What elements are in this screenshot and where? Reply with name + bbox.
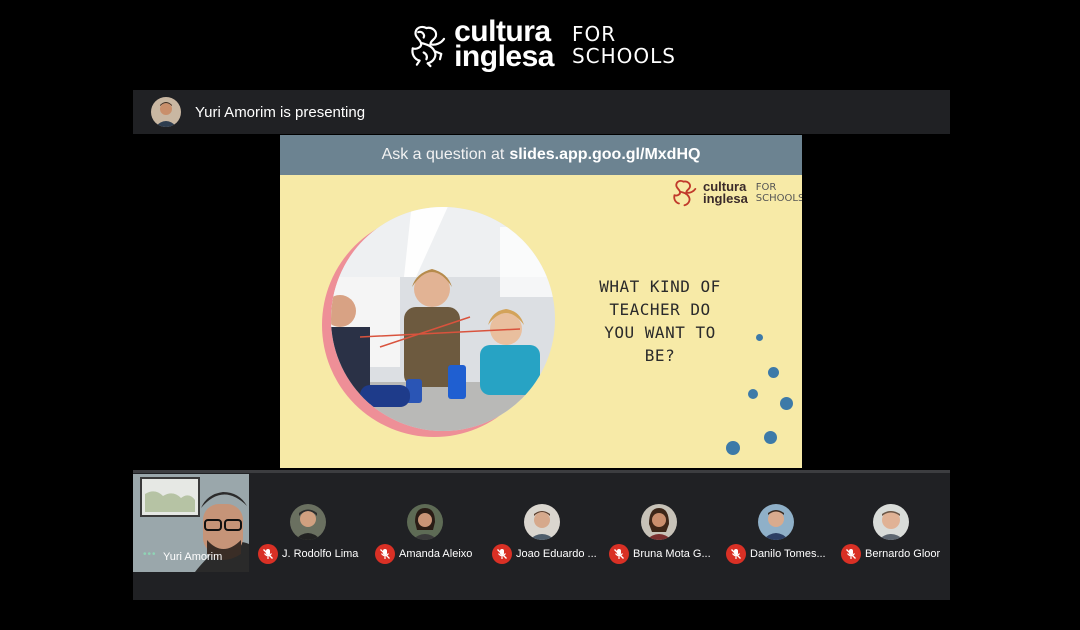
slide-brand-for-schools: FOR SCHOOLS	[756, 182, 802, 204]
strip-divider	[133, 470, 950, 473]
decor-dot	[756, 334, 763, 341]
slide-question: WHAT KIND OF TEACHER DO YOU WANT TO BE?	[580, 275, 740, 367]
brand-for-line2: SCHOOLS	[571, 44, 676, 68]
presenting-banner: Yuri Amorim is presenting	[133, 90, 950, 134]
participant-tile[interactable]: Danilo Tomes...	[718, 474, 835, 572]
slide-brand-line2: inglesa	[703, 191, 748, 206]
participant-avatar	[758, 504, 794, 540]
brand-wordmark: cultura inglesa	[454, 17, 554, 73]
participant-avatar	[873, 504, 909, 540]
brand-for-schools: FOR SCHOOLS	[572, 23, 676, 67]
participant-name: Bruna Mota G...	[633, 548, 711, 560]
slide-header-link: slides.app.goo.gl/MxdHQ	[509, 146, 701, 163]
mic-muted-icon	[841, 544, 861, 564]
mic-muted-icon	[726, 544, 746, 564]
presenting-text: Yuri Amorim is presenting	[195, 103, 366, 121]
mic-muted-icon	[492, 544, 512, 564]
participant-avatar	[524, 504, 560, 540]
participant-avatar	[290, 504, 326, 540]
decor-dot	[726, 441, 740, 455]
participant-avatar	[407, 504, 443, 540]
participant-name: J. Rodolfo Lima	[282, 548, 359, 560]
speaking-indicator-icon: •••	[143, 549, 157, 560]
decor-dot	[780, 397, 793, 410]
cultura-inglesa-logo: cultura inglesa FOR SCHOOLS	[406, 10, 676, 80]
participant-avatar	[641, 504, 677, 540]
participant-tile[interactable]: J. Rodolfo Lima	[250, 474, 367, 572]
decor-dot	[748, 389, 758, 399]
slide-brand-logo: cultura inglesa FOR SCHOOLS	[669, 177, 802, 209]
self-video-tile[interactable]: ••• Yuri Amorim	[133, 474, 249, 572]
question-line-2: TEACHER DO	[609, 300, 711, 319]
self-name-label: Yuri Amorim	[163, 551, 223, 563]
participant-name: Danilo Tomes...	[750, 548, 826, 560]
presenter-avatar	[151, 97, 181, 127]
slide-brand-for-line2: SCHOOLS	[755, 193, 802, 204]
lion-logo-icon	[411, 25, 446, 68]
question-line-1: WHAT KIND OF	[599, 277, 721, 296]
participant-tile[interactable]: Amanda Aleixo	[367, 474, 484, 572]
classroom-photo	[320, 207, 558, 437]
shared-slide: Ask a question at slides.app.goo.gl/MxdH…	[280, 135, 802, 468]
decor-dot	[764, 431, 777, 444]
mic-muted-icon	[258, 544, 278, 564]
brand-for-line1: FOR	[571, 22, 617, 46]
decor-dot	[768, 367, 779, 378]
participant-tile[interactable]: Bruna Mota G...	[601, 474, 718, 572]
question-line-3: YOU WANT TO	[604, 323, 716, 342]
slide-lion-icon	[673, 180, 697, 207]
question-line-4: BE?	[644, 346, 676, 365]
mic-muted-icon	[375, 544, 395, 564]
participant-tile[interactable]: Bernardo Gloor	[833, 474, 950, 572]
participant-name: Joao Eduardo ...	[516, 548, 597, 560]
slide-brand-for-line1: FOR	[755, 182, 777, 193]
mic-muted-icon	[609, 544, 629, 564]
brand-name-line2: inglesa	[454, 40, 554, 73]
participant-name: Amanda Aleixo	[399, 548, 473, 560]
participant-tile[interactable]: Joao Eduardo ...	[484, 474, 601, 572]
slide-header: Ask a question at slides.app.goo.gl/MxdH…	[280, 135, 802, 175]
slide-header-prefix: Ask a question at	[381, 146, 505, 163]
slide-brand-wordmark: cultura inglesa	[703, 180, 748, 206]
participant-name: Bernardo Gloor	[865, 548, 941, 560]
